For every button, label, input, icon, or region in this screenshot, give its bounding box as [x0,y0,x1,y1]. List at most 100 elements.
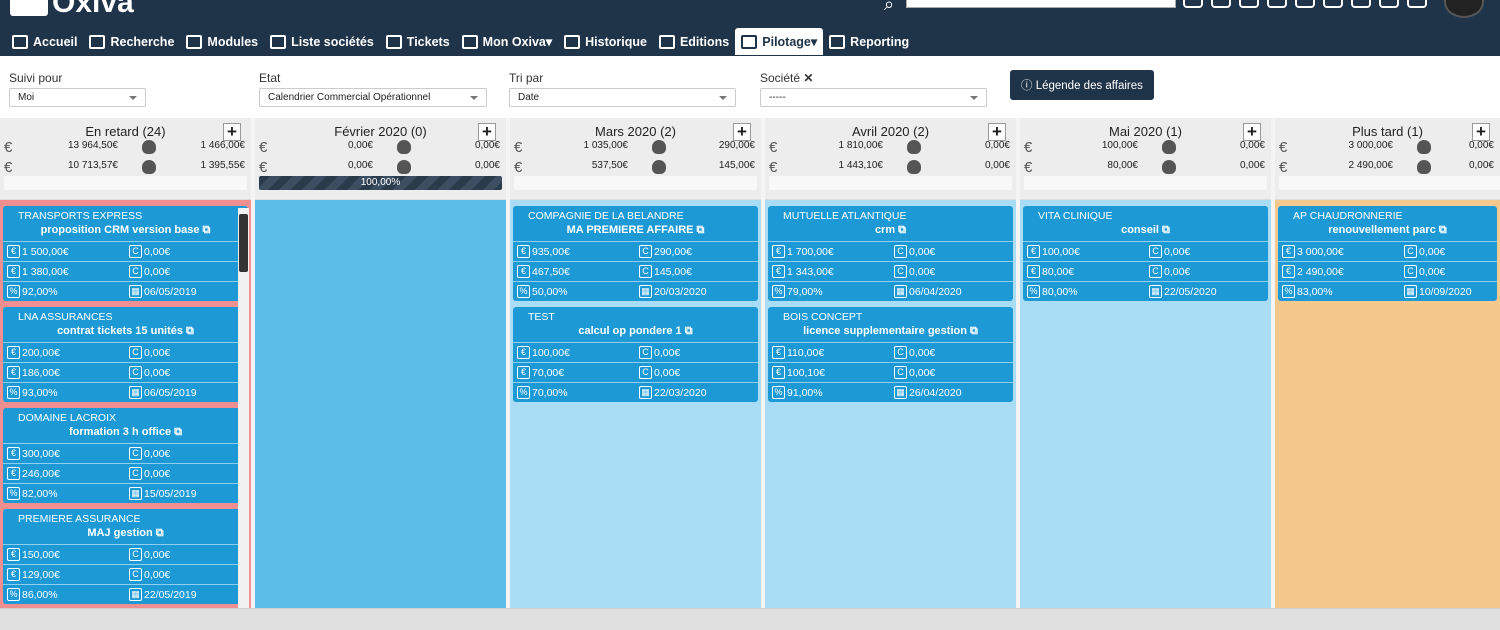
nav-item-1[interactable]: Recherche [83,28,180,55]
nav-item-label: Mon Oxiva▾ [482,35,553,49]
external-link-icon[interactable]: ⧉ [171,426,182,438]
column-scrollbar[interactable] [238,208,249,608]
column-sum-row: €1 035,00€ 290,00€ [510,140,761,156]
user-avatar[interactable] [1444,0,1484,18]
bell-icon[interactable] [1379,0,1399,8]
external-link-icon[interactable]: ⧉ [694,224,705,236]
search-icon[interactable]: ⌕ [884,0,894,15]
legend-button[interactable]: ⓘ Légende des affaires [1010,70,1154,100]
external-link-icon[interactable]: ⧉ [967,325,978,337]
euro-icon: € [7,447,20,460]
sum-amount: 13 964,50€ [67,140,118,151]
deal-title-text: calcul op pondere 1 [578,325,682,337]
deal-value-text: 20/03/2020 [654,285,707,298]
nav-item-label: Pilotage▾ [762,35,818,49]
home-icon [12,34,28,49]
column-progress-bar [1024,176,1267,190]
deal-card[interactable]: PREMIERE ASSURANCE MAJ gestion ⧉ €150,00€ C… [3,509,248,604]
deal-card[interactable]: COMPAGNIE DE LA BELANDRE MA PREMIERE AFFA… [513,206,758,301]
column-header: Plus tard (1) + €3 000,00€ 0,00€ €2 490,00€ 0… [1275,118,1500,200]
users-icon[interactable] [1183,0,1203,8]
chat-icon[interactable] [1239,0,1259,8]
scrollbar-thumb[interactable] [239,214,248,272]
mail-icon[interactable] [1267,0,1287,8]
etat-select[interactable]: Calendrier Commercial Opérationnel [259,88,487,107]
deal-value: €1 380,00€ [3,265,129,278]
bookmark-icon[interactable] [1351,0,1371,8]
column-header: Février 2020 (0) + €0,00€ 0,00€ €0,00€ 0,00€ 1… [255,118,506,200]
external-link-icon[interactable]: ⧉ [200,224,211,236]
nav-item-9[interactable]: Reporting [823,28,915,55]
add-deal-button[interactable]: + [1243,123,1261,141]
deal-value: €1 343,00€ [768,265,894,278]
external-link-icon[interactable]: ⧉ [1159,224,1170,236]
deal-title[interactable]: renouvellement parc ⧉ [1278,222,1497,241]
add-deal-button[interactable]: + [478,123,496,141]
external-link-icon[interactable]: ⧉ [895,224,906,236]
deal-title[interactable]: proposition CRM version base ⧉ [3,222,248,241]
deal-value-text: 83,00% [1297,285,1333,298]
add-deal-button[interactable]: + [733,123,751,141]
nav-item-2[interactable]: Modules [180,28,264,55]
deal-value-text: 0,00€ [1164,265,1191,278]
deal-card[interactable]: TEST calcul op pondere 1 ⧉ €100,00€ C 0,00€ €… [513,307,758,402]
nav-item-8[interactable]: Pilotage▾ [735,28,824,55]
deal-value: €70,00€ [513,366,639,379]
deal-card[interactable]: MUTUELLE ATLANTIQUE crm ⧉ €1 700,00€ C 0,00€… [768,206,1013,301]
external-link-icon[interactable]: ⧉ [682,325,693,337]
calendar-icon: ▦ [639,386,652,399]
deal-value-text: 290,00€ [654,245,692,258]
deal-title[interactable]: MAJ gestion ⧉ [3,525,248,544]
deal-title[interactable]: formation 3 h office ⧉ [3,424,248,443]
column-progress-bar [1279,176,1500,190]
deal-line: €70,00€ C 0,00€ [513,362,758,382]
deal-value: C 0,00€ [129,568,170,581]
nav-item-5[interactable]: Mon Oxiva▾ [456,28,558,55]
deal-card[interactable]: BOIS CONCEPT licence supplementaire gesti… [768,307,1013,402]
suivi-select[interactable]: Moi [9,88,146,107]
nav-item-6[interactable]: Historique [558,28,653,55]
oxiva-logo[interactable]: Oxiva [10,0,134,20]
deal-title[interactable]: crm ⧉ [768,222,1013,241]
deal-value: €100,10€ [768,366,894,379]
add-deal-button[interactable]: + [1472,123,1490,141]
deal-card[interactable]: VITA CLINIQUE conseil ⧉ €100,00€ C 0,00€ €80,… [1023,206,1268,301]
deal-title[interactable]: licence supplementaire gestion ⧉ [768,323,1013,342]
deal-client: PREMIERE ASSURANCE [18,513,141,525]
money-bag-icon: C [1149,265,1162,278]
external-link-icon[interactable]: ⧉ [183,325,194,337]
deal-value-text: 10/09/2020 [1419,285,1472,298]
deal-value: C 0,00€ [129,346,170,359]
calendar-icon[interactable] [1295,0,1315,8]
external-link-icon[interactable]: ⧉ [1436,224,1447,236]
deal-card[interactable]: DOMAINE LACROIX formation 3 h office ⧉ €30… [3,408,248,503]
nav-item-7[interactable]: Editions [653,28,735,55]
add-deal-button[interactable]: + [988,123,1006,141]
societe-select[interactable]: ----- [760,88,987,107]
add-deal-button[interactable]: + [223,123,241,141]
nav-item-4[interactable]: Tickets [380,28,456,55]
clear-societe-icon[interactable]: ✕ [803,71,813,85]
deal-title[interactable]: MA PREMIERE AFFAIRE ⧉ [513,222,758,241]
deal-card[interactable]: LNA ASSURANCES contrat tickets 15 unités … [3,307,248,402]
deal-title[interactable]: calcul op pondere 1 ⧉ [513,323,758,342]
deal-title[interactable]: conseil ⧉ [1023,222,1268,241]
info-icon[interactable] [1211,0,1231,8]
deal-title[interactable]: contrat tickets 15 unités ⧉ [3,323,248,342]
external-link-icon[interactable]: ⧉ [153,527,164,539]
search-input[interactable]: Entrez votre recherche [906,0,1176,8]
nav-item-0[interactable]: Accueil [6,28,83,55]
deal-card[interactable]: TRANSPORTS EXPRESS proposition CRM versio… [3,206,248,301]
percent-icon: % [1027,285,1040,298]
deal-value: €110,00€ [768,346,894,359]
deal-line: €150,00€ C 0,00€ [3,544,248,564]
column-progress-bar: 100,00% [259,176,502,190]
column-sum-row: €100,00€ 0,00€ [1020,140,1271,156]
tri-select[interactable]: Date [509,88,736,107]
sum-margin: 0,00€ [1239,140,1265,151]
nav-item-3[interactable]: Liste sociétés [264,28,380,55]
column-sum-row: €13 964,50€ 1 466,00€ [0,140,251,156]
clock-icon[interactable] [1323,0,1343,8]
logout-icon[interactable] [1407,0,1427,8]
deal-card[interactable]: AP CHAUDRONNERIE renouvellement parc ⧉ €3 … [1278,206,1497,301]
